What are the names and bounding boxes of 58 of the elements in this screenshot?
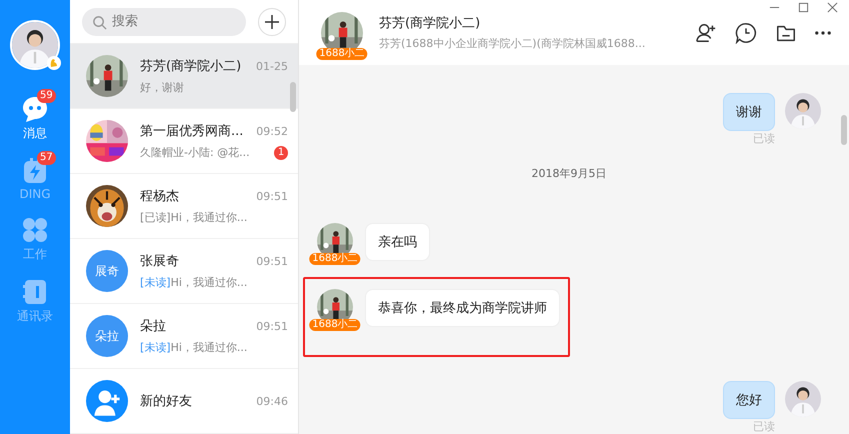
read-status: 已读 xyxy=(753,419,775,434)
contacts-icon xyxy=(21,278,49,306)
contact-name: 第一届优秀网商... xyxy=(140,123,244,140)
message-bubble: 您好 xyxy=(723,381,775,419)
nav-item[interactable]: 57 DING xyxy=(5,150,65,201)
message-time: 09:51 xyxy=(256,190,288,202)
message-bubble: 谢谢 xyxy=(723,93,775,131)
unread-count-badge: 1 xyxy=(274,146,288,160)
conversation-item[interactable]: 程杨杰 09:51 [已读]Hi，我通过你... xyxy=(70,174,298,239)
initials-avatar: 朵拉 xyxy=(86,315,128,357)
nav-item[interactable]: 59 消息 xyxy=(5,88,65,142)
add-button[interactable] xyxy=(258,8,286,36)
add-person-icon xyxy=(695,22,717,44)
grid-icon xyxy=(21,216,49,244)
clock-icon xyxy=(735,22,757,44)
message-time: 09:51 xyxy=(256,320,288,332)
message-time: 09:46 xyxy=(256,394,288,408)
close-icon xyxy=(827,2,838,12)
contact-name: 张展奇 xyxy=(140,253,179,270)
role-badge: 1688小二 xyxy=(316,48,368,60)
unread-count-badge: 59 xyxy=(37,89,56,103)
message-preview: [未读]Hi，我通过你... xyxy=(140,275,248,290)
conversation-item[interactable]: 新的好友 09:46 xyxy=(70,369,298,434)
message-preview: [未读]Hi，我通过你... xyxy=(140,340,248,355)
contact-name: 程杨杰 xyxy=(140,188,179,205)
chat-title: 芬芳(商学院小二) xyxy=(379,15,482,32)
conversation-item[interactable]: 芬芳(商学院小二) 01-25 好，谢谢 xyxy=(70,44,298,109)
role-badge: 1688小二 xyxy=(309,253,361,265)
role-badge: 1688小二 xyxy=(309,319,361,331)
plus-icon xyxy=(264,14,280,30)
conversation-item[interactable]: 展奇 张展奇 09:51 [未读]Hi，我通过你... xyxy=(70,239,298,304)
initials-avatar: 展奇 xyxy=(86,250,128,292)
search-icon xyxy=(92,14,107,30)
date-separator: 2018年9月5日 xyxy=(532,166,606,181)
history-button[interactable] xyxy=(735,22,757,44)
chat-subtitle: 芬芳(1688中小企业商学院小二)(商学院林国威1688... xyxy=(379,36,646,51)
more-icon xyxy=(815,30,831,34)
message-bubble: 恭喜你，最终成为商学院讲师 xyxy=(365,289,560,327)
scrollbar[interactable] xyxy=(290,82,296,112)
message-bubble: 亲在吗 xyxy=(365,223,430,261)
message-preview: [已读]Hi，我通过你... xyxy=(140,210,248,225)
maximize-icon xyxy=(798,2,809,12)
search-field[interactable]: 搜索 xyxy=(82,8,246,36)
message-time: 09:51 xyxy=(256,254,288,268)
read-status: 已读 xyxy=(753,131,775,146)
add-member-button[interactable] xyxy=(695,22,717,44)
contact-name: 朵拉 xyxy=(140,318,166,335)
message-preview: 久隆帽业-小陆: @花... xyxy=(140,145,250,160)
conversation-item[interactable]: 朵拉 朵拉 09:51 [未读]Hi，我通过你... xyxy=(70,304,298,369)
message-preview: 好，谢谢 xyxy=(140,80,184,95)
add-friend-icon xyxy=(86,380,128,422)
unread-count-badge: 57 xyxy=(37,151,56,165)
scrollbar[interactable] xyxy=(841,115,847,145)
message-time: 01-25 xyxy=(256,60,288,72)
conversation-item[interactable]: 第一届优秀网商... 09:52 久隆帽业-小陆: @花... 1 xyxy=(70,109,298,174)
message-time: 09:52 xyxy=(256,124,288,138)
contact-name: 芬芳(商学院小二) xyxy=(140,58,242,75)
contact-name: 新的好友 xyxy=(140,393,192,410)
